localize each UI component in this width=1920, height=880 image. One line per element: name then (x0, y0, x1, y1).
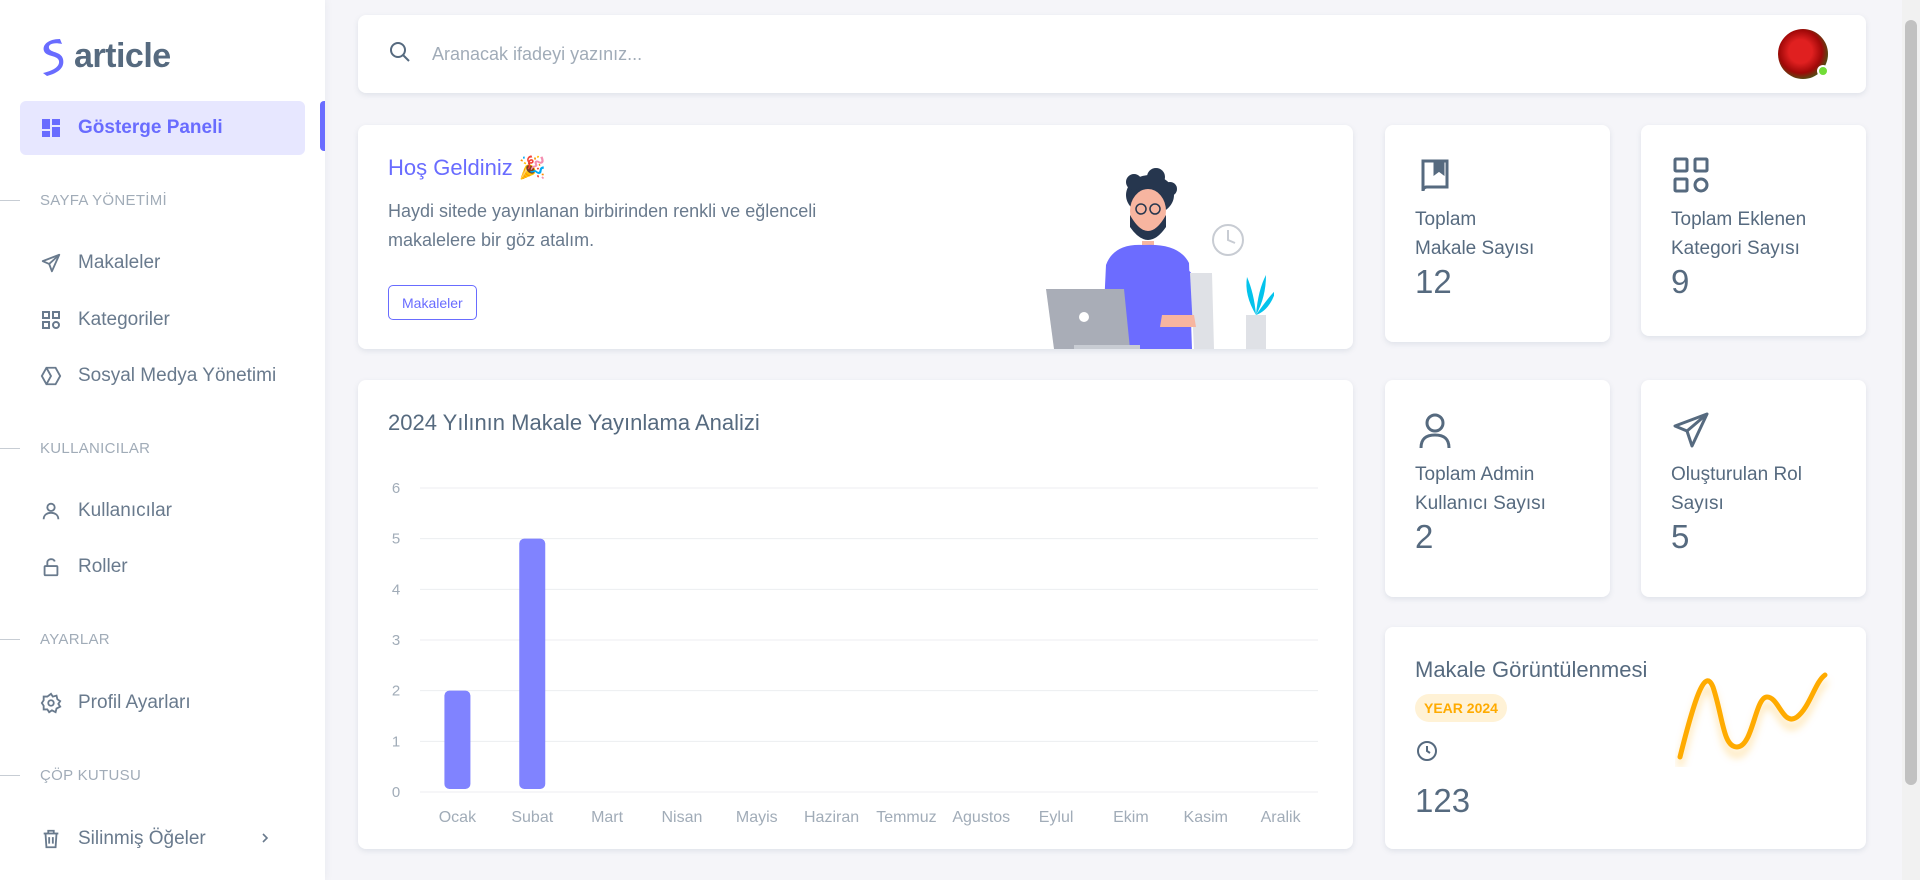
trash-icon (40, 828, 62, 850)
section-title: ÇÖP KUTUSU (40, 767, 142, 784)
section-settings: AYARLAR (0, 631, 110, 648)
chart-bar (444, 690, 471, 789)
scrollbar-thumb[interactable] (1905, 20, 1917, 785)
search-icon[interactable] (388, 40, 412, 69)
sidebar-item-kategoriler[interactable]: Kategoriler (20, 293, 305, 347)
stat-label: Toplam Admin (1415, 464, 1535, 485)
section-title: SAYFA YÖNETİMİ (40, 192, 168, 209)
grid-icon (1671, 155, 1711, 200)
stat-label: Toplam (1415, 209, 1477, 230)
x-tick-label: Agustos (952, 809, 1010, 826)
active-indicator (320, 101, 325, 151)
y-tick-label: 1 (392, 733, 400, 750)
stat-value: 2 (1415, 518, 1434, 555)
welcome-title: Hoş Geldiniz 🎉 (388, 155, 547, 180)
send-icon (1671, 410, 1711, 455)
chevron-right-icon (259, 828, 271, 850)
x-tick-label: Nisan (661, 809, 702, 826)
section-users: KULLANICILAR (0, 440, 150, 457)
stat-label: Sayısı (1671, 493, 1724, 514)
chart-card: 2024 Yılının Makale Yayınlama Analizi 01… (358, 380, 1353, 849)
views-title: Makale Görüntülenmesi (1415, 657, 1648, 682)
section-page-management: SAYFA YÖNETİMİ (0, 192, 167, 209)
year-badge: YEAR 2024 (1415, 694, 1507, 722)
stat-value: 9 (1671, 263, 1690, 300)
online-status-dot (1817, 65, 1829, 77)
sidebar-item-dashboard[interactable]: Gösterge Paneli (20, 101, 305, 155)
lock-open-icon (40, 556, 62, 578)
brand-name: article (74, 36, 171, 75)
x-tick-label: Temmuz (876, 809, 936, 826)
clock-icon (1415, 739, 1439, 768)
stat-label: Makale Sayısı (1415, 238, 1535, 259)
stat-label: Kullanıcı Sayısı (1415, 493, 1546, 514)
section-trash: ÇÖP KUTUSU (0, 767, 141, 784)
stat-card-makale: Toplam Makale Sayısı 12 (1385, 125, 1610, 342)
hexagon-icon (40, 365, 62, 387)
grid-icon (40, 309, 62, 331)
sidebar-item-label: Sosyal Medya Yönetimi (78, 365, 277, 386)
page-scrollbar[interactable] (1902, 0, 1920, 880)
y-tick-label: 2 (392, 683, 400, 700)
welcome-text: Haydi sitede yayınlanan birbirinden renk… (388, 201, 817, 250)
x-tick-label: Subat (511, 809, 553, 826)
x-tick-label: Haziran (804, 809, 859, 826)
stat-card-kategori: Toplam Eklenen Kategori Sayısı 9 (1641, 125, 1866, 336)
section-title: KULLANICILAR (40, 440, 151, 457)
sidebar-item-label: Makaleler (78, 252, 161, 273)
chart-bar (519, 538, 546, 789)
user-icon (1415, 410, 1455, 455)
avatar[interactable] (1778, 29, 1829, 79)
sidebar: article Gösterge Paneli SAYFA YÖNETİMİ M… (0, 0, 325, 880)
views-sparkline (1677, 672, 1828, 760)
y-tick-label: 4 (392, 581, 400, 598)
book-icon (1415, 155, 1455, 200)
welcome-card: Hoş Geldiniz 🎉 Haydi sitede yayınlanan b… (358, 125, 1353, 349)
stat-label: Oluşturulan Rol (1671, 464, 1802, 485)
stat-card-admin: Toplam Admin Kullanıcı Sayısı 2 (1385, 380, 1610, 597)
x-tick-label: Aralik (1261, 809, 1302, 826)
stat-value: 12 (1415, 263, 1452, 300)
x-tick-label: Eylul (1039, 809, 1074, 826)
stat-card-rol: Oluşturulan Rol Sayısı 5 (1641, 380, 1866, 597)
sidebar-item-label: Profil Ayarları (78, 692, 191, 713)
sidebar-item-makaleler[interactable]: Makaleler (20, 236, 305, 290)
sidebar-item-label: Silinmiş Öğeler (78, 828, 206, 849)
sidebar-item-silinmis-ogeler[interactable]: Silinmiş Öğeler (20, 812, 305, 866)
x-tick-label: Ocak (439, 809, 477, 826)
x-tick-label: Ekim (1113, 809, 1149, 826)
sidebar-item-sosyal-medya[interactable]: Sosyal Medya Yönetimi (20, 349, 305, 403)
section-title: AYARLAR (40, 631, 110, 648)
bar-chart: 0 1 2 3 4 5 6 Ocak Subat Mart Nisan Mayis Haziran Tem… (392, 480, 1318, 826)
top-navbar (358, 15, 1866, 93)
y-tick-label: 0 (392, 784, 400, 801)
stat-value: 5 (1671, 518, 1690, 555)
sidebar-item-label: Roller (78, 556, 128, 577)
y-tick-label: 3 (392, 632, 400, 649)
search-input[interactable] (432, 37, 1132, 71)
views-value: 123 (1415, 782, 1471, 819)
user-icon (40, 500, 62, 522)
x-tick-label: Mart (591, 809, 624, 826)
brand-logo[interactable]: article (38, 36, 171, 76)
brand-mark-icon (43, 39, 64, 76)
sidebar-item-label: Gösterge Paneli (78, 117, 223, 138)
sidebar-item-label: Kullanıcılar (78, 500, 172, 521)
sidebar-item-roller[interactable]: Roller (20, 540, 305, 594)
x-tick-label: Kasim (1184, 809, 1228, 826)
sidebar-item-profil-ayarlari[interactable]: Profil Ayarları (20, 676, 305, 730)
developer-illustration (1046, 168, 1274, 349)
views-card: Makale Görüntülenmesi YEAR 2024 123 (1385, 627, 1866, 849)
sidebar-item-kullanicilar[interactable]: Kullanıcılar (20, 484, 305, 538)
stat-label: Toplam Eklenen (1671, 209, 1807, 230)
x-tick-label: Mayis (736, 809, 778, 826)
sidebar-item-label: Kategoriler (78, 309, 170, 330)
makaleler-button[interactable]: Makaleler (388, 285, 477, 320)
y-tick-label: 6 (392, 480, 400, 497)
gear-icon (40, 692, 62, 714)
dashboard-icon (40, 117, 62, 139)
y-tick-label: 5 (392, 531, 400, 548)
stat-label: Kategori Sayısı (1671, 238, 1800, 259)
send-icon (40, 252, 62, 274)
